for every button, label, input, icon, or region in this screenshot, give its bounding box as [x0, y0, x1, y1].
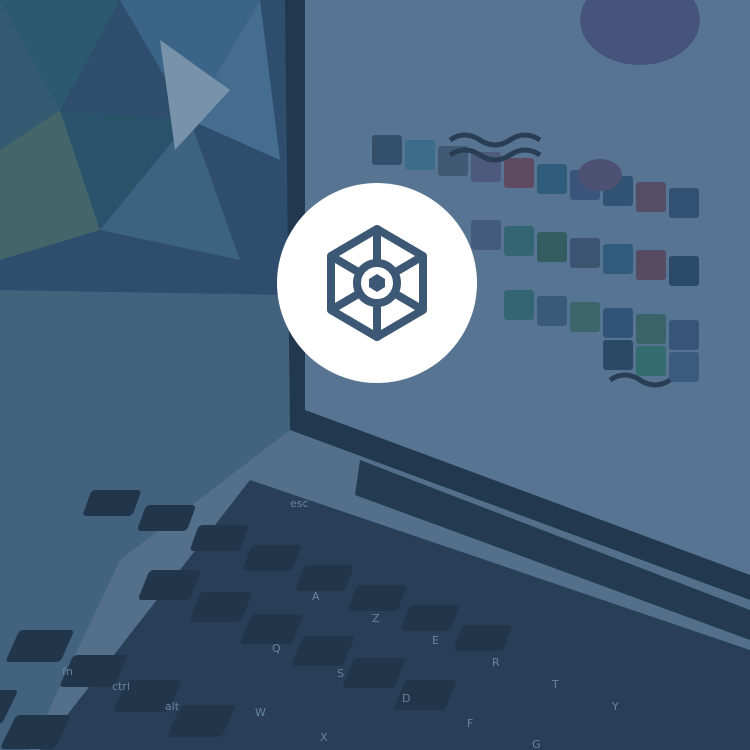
key-y: Y — [611, 700, 619, 713]
key-a: A — [312, 590, 320, 603]
key-r: R — [492, 656, 500, 669]
key-d: D — [402, 692, 410, 705]
key-f: F — [467, 717, 473, 730]
key-esc: esc — [290, 497, 309, 510]
hexagon-lens-icon — [327, 225, 427, 341]
logo-badge — [277, 183, 477, 383]
key-t: T — [551, 678, 559, 691]
key-q: Q — [272, 642, 281, 655]
key-x: X — [320, 731, 328, 744]
key-g: G — [532, 738, 541, 750]
key-w: W — [255, 706, 266, 719]
key-e: E — [432, 634, 439, 647]
key-z: Z — [372, 612, 380, 625]
key-alt: alt — [165, 700, 180, 713]
key-fn: fn — [62, 665, 73, 678]
key-ctrl: ctrl — [112, 680, 130, 693]
key-s: S — [337, 667, 344, 680]
